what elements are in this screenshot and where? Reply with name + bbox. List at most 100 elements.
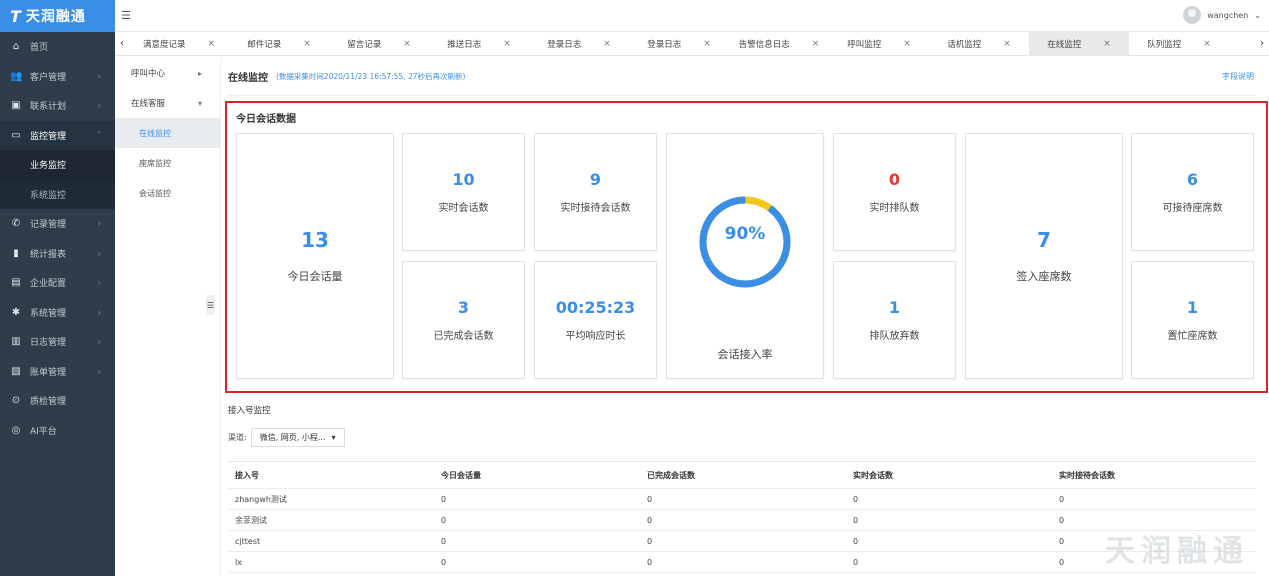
sidebar-item-quality[interactable]: ⊙ 质检管理 <box>0 386 115 416</box>
table-cell: lx <box>235 557 242 567</box>
sidebar-item-billing[interactable]: ▧ 账单管理 › <box>0 357 115 387</box>
table-row: 余菲测试 0 0 0 0 <box>228 510 1256 531</box>
logo-text: 天润融通 <box>25 9 86 25</box>
chevron-right-icon: › <box>97 278 101 288</box>
chevron-right-icon: › <box>97 219 101 229</box>
collapse-handle-icon[interactable]: ☰ <box>206 295 215 315</box>
stat-label: 实时排队数 <box>869 203 920 214</box>
top-bar: ☰ wangchen ⌄ <box>115 0 1269 32</box>
secondary-menu: 呼叫中心 ▸ 在线客服 ▾ 在线监控 座席监控 会话监控 <box>115 58 221 576</box>
stat-label: 平均响应时长 <box>565 331 626 342</box>
table-row: cjttest 0 0 0 0 <box>228 531 1256 552</box>
sidebar-item-reports[interactable]: ▮ 统计报表 › <box>0 239 115 269</box>
stat-card-available: 6 可接待座席数 <box>1131 133 1254 251</box>
gear-icon: ✱ <box>11 306 21 318</box>
tab[interactable]: 登录日志 × <box>629 32 729 56</box>
column-header: 接入号 <box>235 470 259 480</box>
sidebar-item-monitoring[interactable]: ▭ 监控管理 ˅ <box>0 120 115 150</box>
stat-card-signed-in: 7 签入座席数 <box>965 133 1123 379</box>
user-menu[interactable]: wangchen ⌄ <box>1183 6 1261 24</box>
brand-logo[interactable]: T 天润融通 <box>0 0 115 32</box>
table-cell: 0 <box>647 557 653 567</box>
tab-scroll-left-icon[interactable]: ‹ <box>115 38 129 49</box>
tab[interactable]: 邮件记录 × <box>229 32 329 56</box>
table-cell: 0 <box>853 494 859 504</box>
username: wangchen <box>1207 10 1249 20</box>
tab[interactable]: 告警信息日志 × <box>729 32 829 56</box>
tab[interactable]: 留言记录 × <box>329 32 429 56</box>
tab[interactable]: 队列监控 × <box>1129 32 1229 56</box>
channel-label: 渠道: <box>228 433 247 442</box>
submenu-label: 呼叫中心 <box>131 69 166 79</box>
close-icon[interactable]: × <box>812 39 820 49</box>
close-icon[interactable]: × <box>207 39 215 49</box>
tab-scroll-right-icon[interactable]: › <box>1255 38 1269 49</box>
sidebar-item-home[interactable]: ⌂ 首页 <box>0 32 115 62</box>
chevron-right-icon: › <box>97 366 101 376</box>
sidebar-item-records[interactable]: ✆ 记录管理 › <box>0 209 115 239</box>
close-icon[interactable]: × <box>603 39 611 49</box>
sidebar-item-ai[interactable]: ◎ AI平台 <box>0 416 115 446</box>
tab-label: 满意度记录 <box>142 39 186 50</box>
submenu-online-monitor[interactable]: 在线监控 <box>115 118 220 148</box>
close-icon[interactable]: × <box>1103 39 1111 49</box>
stat-value: 3 <box>457 298 470 317</box>
tab[interactable]: 话机监控 × <box>929 32 1029 56</box>
sidebar-item-system[interactable]: ✱ 系统管理 › <box>0 298 115 328</box>
close-icon[interactable]: × <box>903 39 911 49</box>
sidebar-item-customers[interactable]: 👥 客户管理 › <box>0 62 115 92</box>
access-section-title: 接入号监控 <box>228 406 271 416</box>
sidebar-item-label: 日志管理 <box>30 338 67 349</box>
table-cell: 0 <box>1059 494 1065 504</box>
submenu-online-service[interactable]: 在线客服 ▾ <box>115 88 220 118</box>
sidebar-item-label: 账单管理 <box>30 367 67 378</box>
tab-label: 在线监控 <box>1047 39 1082 50</box>
stat-value: 10 <box>452 170 475 189</box>
column-header: 已完成会话数 <box>647 470 695 480</box>
sidebar-item-logs[interactable]: ▥ 日志管理 › <box>0 327 115 357</box>
sidebar-item-enterprise-config[interactable]: ▤ 企业配置 › <box>0 268 115 298</box>
tab-label: 队列监控 <box>1147 39 1182 50</box>
submenu-label: 在线客服 <box>131 99 166 109</box>
channel-select[interactable]: 微信, 网页, 小程... ▾ <box>250 428 345 447</box>
tab[interactable]: 在线监控 × <box>1029 31 1129 56</box>
channel-select-value: 微信, 网页, 小程... <box>259 433 326 442</box>
calendar-icon: ▣ <box>11 100 21 112</box>
close-icon[interactable]: × <box>403 39 411 49</box>
tab[interactable]: 呼叫监控 × <box>829 32 929 56</box>
stat-card-avg-response: 00:25:23 平均响应时长 <box>534 261 657 379</box>
close-icon[interactable]: × <box>1003 39 1011 49</box>
submenu-call-center[interactable]: 呼叫中心 ▸ <box>115 58 220 88</box>
sidebar-item-label: 系统管理 <box>30 308 67 319</box>
table-header-row: 接入号 今日会话量 已完成会话数 实时会话数 实时接待会话数 <box>228 461 1256 489</box>
tab[interactable]: 满意度记录 × <box>129 32 229 56</box>
close-icon[interactable]: × <box>1203 39 1211 49</box>
close-icon[interactable]: × <box>703 39 711 49</box>
table-cell: 0 <box>441 536 447 546</box>
close-icon[interactable]: × <box>303 39 311 49</box>
avatar <box>1183 6 1202 24</box>
submenu-agent-monitor[interactable]: 座席监控 <box>115 148 220 178</box>
users-icon: 👥 <box>10 70 23 82</box>
sidebar: T 天润融通 ⌂ 首页 👥 客户管理 › ▣ 联系计划 › ▭ 监控管理 ˅ 业务监控 系统监… <box>0 0 115 576</box>
tab-label: 留言记录 <box>347 39 382 50</box>
tab-label: 推送日志 <box>447 39 482 50</box>
sidebar-item-label: 企业配置 <box>30 279 67 290</box>
stat-card-queue-abandon: 1 排队放弃数 <box>833 261 956 379</box>
submenu-session-monitor[interactable]: 会话监控 <box>115 178 220 208</box>
tab[interactable]: 推送日志 × <box>429 32 529 56</box>
field-help-link[interactable]: 字段说明 <box>1222 71 1254 82</box>
sidebar-subitem-business-monitor[interactable]: 业务监控 <box>0 150 115 180</box>
notebook-icon: ▥ <box>11 336 21 348</box>
stat-label: 已完成会话数 <box>433 331 494 342</box>
tab-strip: ‹ 满意度记录 × 邮件记录 × 留言记录 × 推送日志 × 登录日志 × 登录日志 × 告警信息日志 ×… <box>115 31 1269 56</box>
stat-value: 6 <box>1186 170 1199 189</box>
menu-toggle-icon[interactable]: ☰ <box>121 9 145 22</box>
close-icon[interactable]: × <box>503 39 511 49</box>
sidebar-subitem-system-monitor[interactable]: 系统监控 <box>0 179 115 209</box>
tab[interactable]: 登录日志 × <box>529 32 629 56</box>
table-cell: cjttest <box>235 536 261 546</box>
stat-value: 0 <box>888 170 901 189</box>
building-icon: ▤ <box>11 277 21 289</box>
sidebar-item-contact-plan[interactable]: ▣ 联系计划 › <box>0 91 115 121</box>
